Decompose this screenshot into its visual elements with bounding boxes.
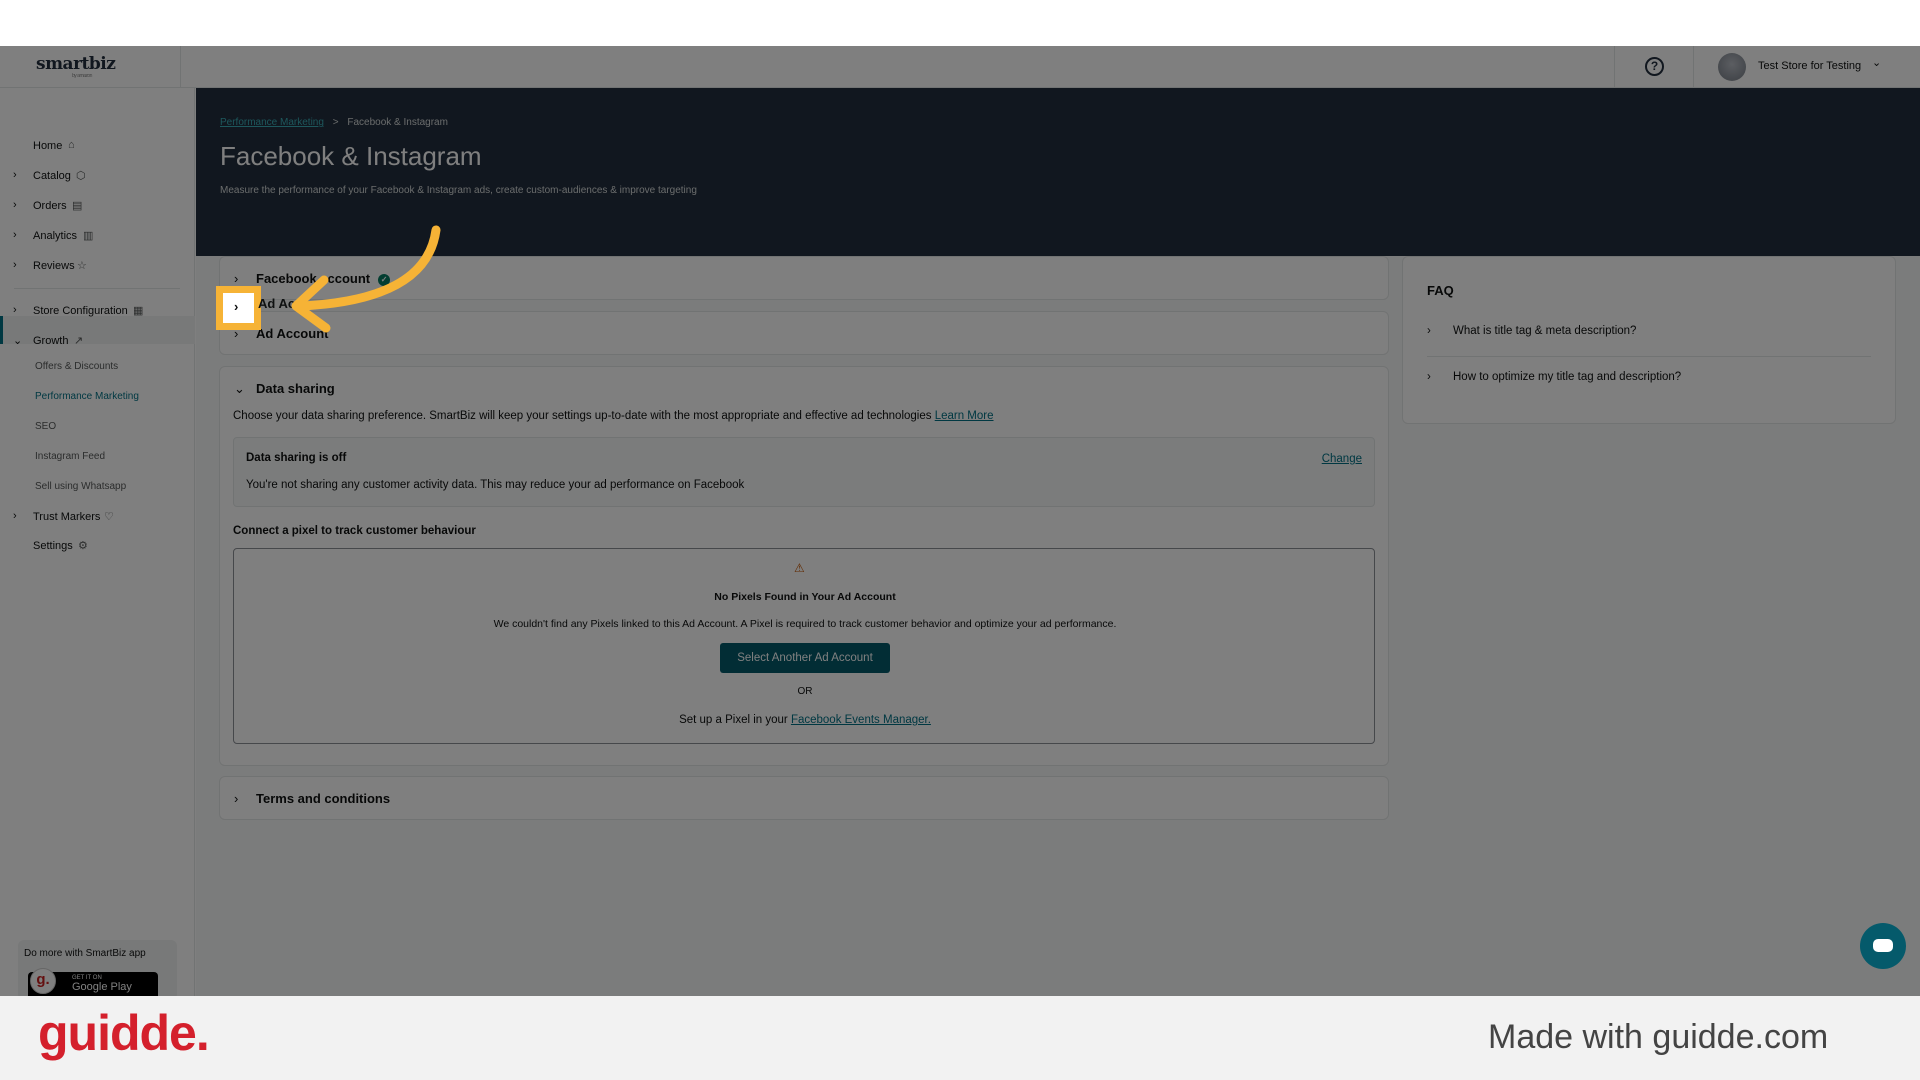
chat-icon[interactable]	[1860, 923, 1906, 969]
pointer-arrow-icon	[291, 225, 441, 333]
app-viewport: smartbiz by amazon ? Test Store for Test…	[0, 46, 1920, 996]
highlight-target[interactable]	[223, 293, 254, 323]
chevron-right-icon[interactable]: ›	[234, 299, 238, 314]
chat-bubble-shape	[1873, 939, 1893, 952]
guidde-footer: guidde. Made with guidde.com	[0, 996, 1920, 1080]
guidde-logo: guidde.	[38, 1005, 210, 1061]
made-with-text: Made with guidde.com	[1488, 1018, 1829, 1056]
dim-overlay	[0, 46, 1920, 996]
